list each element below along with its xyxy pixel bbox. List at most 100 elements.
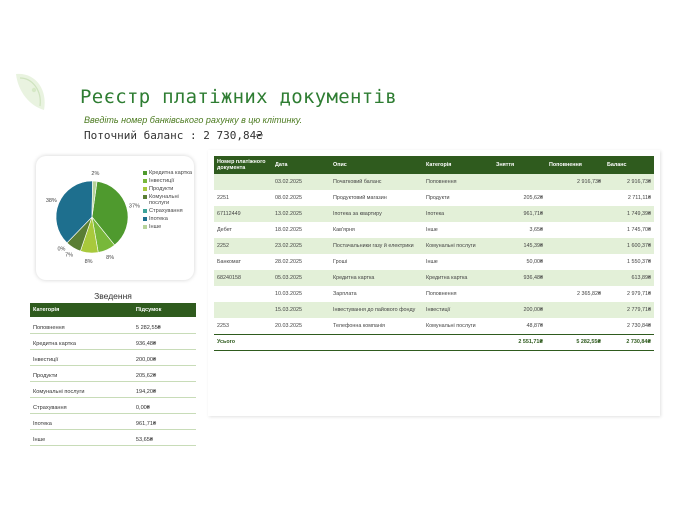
description-cell[interactable]: Іпотека за квартиру [330,206,423,222]
withdrawal-cell[interactable]: 205,62₴ [493,190,546,206]
summary-total-cell[interactable]: 961,71₴ [132,413,196,430]
header-description[interactable]: Опис [330,156,423,174]
deposit-cell[interactable] [546,190,604,206]
header-withdrawal[interactable]: Зняття [493,156,546,174]
summary-total-cell[interactable]: 205,62₴ [132,365,196,382]
balance-cell[interactable]: 1 600,37₴ [604,238,654,254]
category-cell[interactable]: Інше [423,254,493,270]
description-cell[interactable]: Кредитна картка [330,270,423,286]
total-balance-cell[interactable]: 2 730,84₴ [604,333,654,351]
date-cell[interactable]: 03.02.2025 [272,174,330,190]
category-cell[interactable]: Інвестиції [423,302,493,318]
summary-total-cell[interactable]: 0,00₴ [132,397,196,414]
date-cell[interactable]: 15.03.2025 [272,302,330,318]
withdrawal-cell[interactable]: 48,87₴ [493,318,546,334]
summary-total-cell[interactable]: 5 282,55₴ [132,317,196,334]
category-cell[interactable]: Інше [423,222,493,238]
doc-number-cell[interactable]: 2253 [214,318,272,334]
deposit-cell[interactable] [546,270,604,286]
category-cell[interactable]: Кредитна картка [423,270,493,286]
description-cell[interactable]: Зарплата [330,286,423,302]
deposit-cell[interactable]: 2 365,82₴ [546,286,604,302]
header-category[interactable]: Категорія [423,156,493,174]
date-cell[interactable]: 10.03.2025 [272,286,330,302]
deposit-cell[interactable] [546,318,604,334]
total-date-cell[interactable] [272,333,330,351]
withdrawal-cell[interactable]: 936,48₴ [493,270,546,286]
account-hint[interactable]: Введіть номер банківського рахунку в цю … [84,115,302,125]
withdrawal-cell[interactable]: 200,00₴ [493,302,546,318]
description-cell[interactable]: Гроші [330,254,423,270]
summary-category-cell[interactable]: Інвестиції [30,349,133,366]
description-cell[interactable]: Продуктовий магазин [330,190,423,206]
header-doc-number[interactable]: Номер платіжного документа [214,156,272,174]
description-cell[interactable]: Телефонна компанія [330,318,423,334]
summary-header-total[interactable]: Підсумок [132,303,196,317]
header-date[interactable]: Дата [272,156,330,174]
summary-category-cell[interactable]: Комунальні послуги [30,381,133,398]
category-cell[interactable]: Комунальні послуги [423,238,493,254]
doc-number-cell[interactable]: Дебет [214,222,272,238]
summary-category-cell[interactable]: Поповнення [30,317,133,334]
total-doc-number-cell[interactable]: Усього [214,333,272,351]
description-cell[interactable]: Інвестування до пайового фонду [330,302,423,318]
total-deposit-cell[interactable]: 5 282,55₴ [546,333,604,351]
withdrawal-cell[interactable] [493,174,546,190]
summary-header-category[interactable]: Категорія [30,303,133,317]
summary-category-cell[interactable]: Страхування [30,397,133,414]
category-cell[interactable]: Поповнення [423,174,493,190]
balance-cell[interactable]: 2 711,11₴ [604,190,654,206]
total-category-cell[interactable] [423,333,493,351]
doc-number-cell[interactable]: 67112449 [214,206,272,222]
category-cell[interactable]: Продукти [423,190,493,206]
category-cell[interactable]: Комунальні послуги [423,318,493,334]
category-cell[interactable]: Іпотека [423,206,493,222]
deposit-cell[interactable] [546,238,604,254]
balance-cell[interactable]: 2 730,84₴ [604,318,654,334]
balance-cell[interactable]: 2 916,73₴ [604,174,654,190]
summary-category-cell[interactable]: Інше [30,429,133,446]
total-withdrawal-cell[interactable]: 2 551,71₴ [493,333,546,351]
summary-category-cell[interactable]: Іпотека [30,413,133,430]
summary-total-cell[interactable]: 53,65₴ [132,429,196,446]
deposit-cell[interactable] [546,206,604,222]
doc-number-cell[interactable] [214,286,272,302]
date-cell[interactable]: 18.02.2025 [272,222,330,238]
balance-cell[interactable]: 1 550,37₴ [604,254,654,270]
description-cell[interactable]: Постачальники газу й електрики [330,238,423,254]
withdrawal-cell[interactable] [493,286,546,302]
category-pie-chart[interactable]: 37% 8% 8% 7% 0% 38% 2% Кредитна картка Інвестиц… [36,156,194,280]
withdrawal-cell[interactable]: 961,71₴ [493,206,546,222]
withdrawal-cell[interactable]: 3,65₴ [493,222,546,238]
date-cell[interactable]: 23.02.2025 [272,238,330,254]
doc-number-cell[interactable]: 2252 [214,238,272,254]
doc-number-cell[interactable]: Банкомат [214,254,272,270]
summary-total-cell[interactable]: 194,20₴ [132,381,196,398]
balance-cell[interactable]: 2 779,71₴ [604,302,654,318]
category-cell[interactable]: Поповнення [423,286,493,302]
balance-cell[interactable]: 613,89₴ [604,270,654,286]
description-cell[interactable]: Початковий баланс [330,174,423,190]
date-cell[interactable]: 20.03.2025 [272,318,330,334]
header-balance[interactable]: Баланс [604,156,654,174]
balance-cell[interactable]: 1 749,39₴ [604,206,654,222]
date-cell[interactable]: 13.02.2025 [272,206,330,222]
summary-total-cell[interactable]: 200,00₴ [132,349,196,366]
doc-number-cell[interactable]: 68240158 [214,270,272,286]
withdrawal-cell[interactable]: 50,00₴ [493,254,546,270]
doc-number-cell[interactable] [214,302,272,318]
deposit-cell[interactable] [546,302,604,318]
summary-category-cell[interactable]: Кредитна картка [30,333,133,350]
header-deposit[interactable]: Поповнення [546,156,604,174]
doc-number-cell[interactable] [214,174,272,190]
date-cell[interactable]: 05.03.2025 [272,270,330,286]
summary-total-cell[interactable]: 936,48₴ [132,333,196,350]
date-cell[interactable]: 28.02.2025 [272,254,330,270]
deposit-cell[interactable]: 2 916,73₴ [546,174,604,190]
balance-cell[interactable]: 1 745,70₴ [604,222,654,238]
description-cell[interactable]: Кав'ярня [330,222,423,238]
date-cell[interactable]: 08.02.2025 [272,190,330,206]
balance-cell[interactable]: 2 979,71₴ [604,286,654,302]
total-description-cell[interactable] [330,333,423,351]
withdrawal-cell[interactable]: 145,39₴ [493,238,546,254]
